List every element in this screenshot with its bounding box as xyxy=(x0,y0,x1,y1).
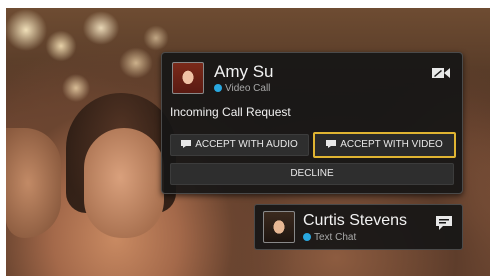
text-chat-notification[interactable]: Curtis Stevens Text Chat xyxy=(254,204,463,250)
contact-avatar xyxy=(263,211,295,243)
skype-icon xyxy=(303,233,311,241)
video-camera-icon xyxy=(432,68,450,78)
incoming-call-message: Incoming Call Request xyxy=(170,105,291,119)
video-small-icon xyxy=(326,140,337,148)
contact-name: Curtis Stevens xyxy=(303,212,408,229)
accept-with-audio-button[interactable]: ACCEPT WITH AUDIO xyxy=(170,134,309,156)
caller-avatar xyxy=(172,62,204,94)
audio-icon xyxy=(181,140,192,148)
accept-with-video-button[interactable]: ACCEPT WITH VIDEO xyxy=(313,132,456,158)
accept-with-video-label: ACCEPT WITH VIDEO xyxy=(340,139,443,150)
background-person-face xyxy=(84,128,164,238)
call-service-text: Video Call xyxy=(225,83,271,94)
call-service-label: Video Call xyxy=(214,83,270,94)
caller-name: Amy Su xyxy=(214,62,274,81)
accept-with-audio-label: ACCEPT WITH AUDIO xyxy=(195,139,298,150)
incoming-call-panel: Amy Su Video Call Incoming Call Request … xyxy=(161,52,463,194)
chat-service-text: Text Chat xyxy=(314,232,357,243)
decline-button[interactable]: DECLINE xyxy=(170,163,454,185)
chat-bubble-icon xyxy=(436,216,452,230)
skype-icon xyxy=(214,84,222,92)
background-person-left xyxy=(6,128,61,238)
decline-label: DECLINE xyxy=(290,168,334,179)
chat-service-label: Text Chat xyxy=(303,232,356,243)
